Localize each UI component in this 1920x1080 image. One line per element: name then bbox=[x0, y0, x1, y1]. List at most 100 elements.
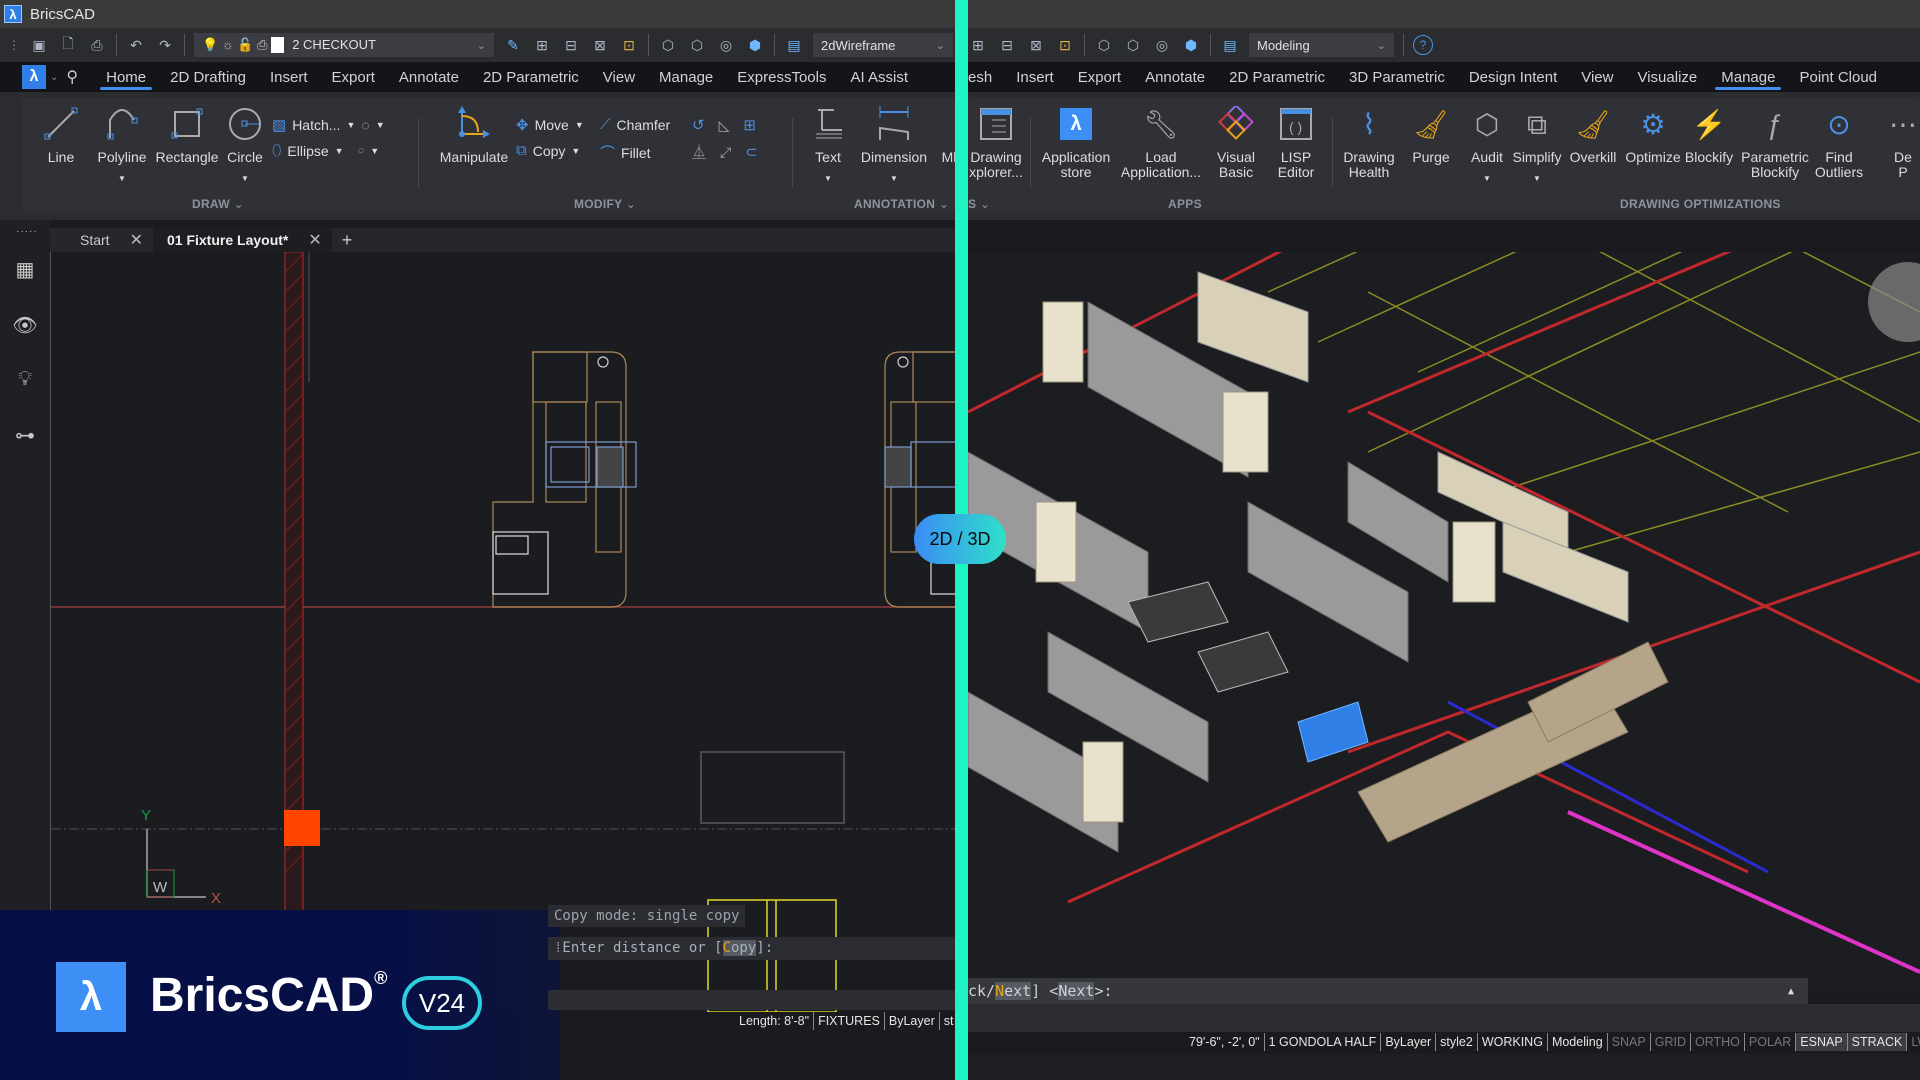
help-icon[interactable]: ? bbox=[1413, 35, 1433, 55]
plot-icon[interactable]: ⎙ bbox=[87, 35, 107, 55]
shade-icon[interactable]: ⬢ bbox=[745, 35, 765, 55]
load-application-tool[interactable]: 🔧︎ Load Application... bbox=[1118, 104, 1204, 180]
2d-3d-toggle[interactable]: 2D / 3D bbox=[914, 514, 1006, 564]
donut-icon[interactable]: ○ bbox=[358, 145, 365, 157]
scale-icon[interactable]: ⤢ bbox=[720, 144, 731, 161]
ribbon-tab-export[interactable]: Export bbox=[320, 62, 387, 92]
move-tool[interactable]: ✥ Move ▼ bbox=[516, 116, 584, 134]
ribbon-tab-2d-parametric[interactable]: 2D Parametric bbox=[471, 62, 591, 92]
status-strack[interactable]: STRACK bbox=[1846, 1033, 1907, 1051]
dropdown-arrow-icon[interactable]: ▼ bbox=[346, 120, 355, 130]
new-tab-button[interactable]: + bbox=[331, 228, 363, 252]
dropdown-arrow-icon[interactable]: ▼ bbox=[890, 171, 898, 186]
view-cube-icon[interactable]: ⬡ bbox=[658, 35, 678, 55]
close-icon[interactable]: ✕ bbox=[130, 230, 143, 250]
app-menu-button[interactable]: λ bbox=[22, 65, 46, 89]
dimension-tool[interactable]: Dimension ▼ bbox=[858, 104, 930, 186]
status-ortho[interactable]: ORTHO bbox=[1689, 1033, 1744, 1051]
apps-group-label[interactable]: APPS bbox=[1168, 197, 1202, 211]
hatch-tool[interactable]: ▧ Hatch... ▼ ◌ ▼ bbox=[272, 116, 385, 134]
layers-visibility-icon[interactable]: 👁︎ bbox=[12, 312, 38, 338]
command-line-right[interactable]: ck/Next] < Next >: ▲ bbox=[968, 978, 1808, 1004]
find-outliers-tool[interactable]: ⊙ Find Outliers bbox=[1810, 104, 1868, 180]
ribbon-tab-insert[interactable]: Insert bbox=[1004, 62, 1066, 92]
doc-tab-start[interactable]: Start ✕ bbox=[66, 228, 153, 252]
select-similar-icon[interactable]: ⊞ bbox=[968, 35, 988, 55]
dropdown-arrow-icon[interactable]: ▼ bbox=[376, 120, 385, 130]
expand-history-icon[interactable]: ▲ bbox=[1788, 986, 1794, 997]
unisolate-icon[interactable]: ⊡ bbox=[1055, 35, 1075, 55]
line-tool[interactable]: Line bbox=[36, 104, 86, 165]
optimize-tool[interactable]: ⚙ Optimize bbox=[1624, 104, 1682, 165]
status-lwt[interactable]: LWT bbox=[1906, 1033, 1920, 1051]
dropdown-arrow-icon[interactable]: ▼ bbox=[575, 120, 584, 130]
rectangle-tool[interactable]: Rectangle bbox=[154, 104, 220, 165]
shade-icon[interactable]: ⬢ bbox=[1181, 35, 1201, 55]
ribbon-tab-design-intent[interactable]: Design Intent bbox=[1457, 62, 1569, 92]
array-icon[interactable]: ⊞ bbox=[743, 116, 756, 134]
ribbon-tab-annotate[interactable]: Annotate bbox=[387, 62, 471, 92]
redo-icon[interactable]: ↷ bbox=[155, 35, 175, 55]
command-input-right[interactable] bbox=[968, 1004, 1920, 1032]
save-icon[interactable]: ▣ bbox=[29, 35, 49, 55]
status-bylayer[interactable]: ByLayer bbox=[1380, 1033, 1435, 1051]
delete-tool[interactable]: ⋯ De P bbox=[1874, 104, 1920, 180]
match-properties-icon[interactable]: ✎ bbox=[503, 35, 523, 55]
dropdown-arrow-icon[interactable]: ▼ bbox=[571, 146, 580, 156]
parametric-blockify-tool[interactable]: ƒ Parametric Blockify bbox=[1738, 104, 1812, 180]
status-snap[interactable]: SNAP bbox=[1606, 1033, 1650, 1051]
offset-icon[interactable]: ⊂ bbox=[745, 143, 758, 161]
checkout-fixture-right[interactable] bbox=[884, 351, 955, 608]
viewcube-icon[interactable] bbox=[1868, 262, 1920, 342]
text-tool[interactable]: Text ▼ bbox=[806, 104, 850, 186]
grip-marker[interactable] bbox=[284, 810, 320, 846]
ribbon-tab-manage[interactable]: Manage bbox=[647, 62, 725, 92]
select-similar-icon[interactable]: ⊞ bbox=[532, 35, 552, 55]
dropdown-arrow-icon[interactable]: ▼ bbox=[370, 146, 379, 156]
lisp-editor-tool[interactable]: ( ) LISP Editor bbox=[1268, 104, 1324, 180]
status-1-gondola-half[interactable]: 1 GONDOLA HALF bbox=[1263, 1033, 1381, 1051]
copy-tool[interactable]: ⧉ Copy ▼ bbox=[516, 142, 580, 159]
status-layer[interactable]: FIXTURES bbox=[813, 1012, 884, 1030]
prev-group-label[interactable]: S ⌄ bbox=[968, 197, 990, 211]
properties-panel-icon[interactable]: ▦ bbox=[12, 256, 38, 282]
status-style2[interactable]: style2 bbox=[1435, 1033, 1477, 1051]
ribbon-tab-3d-parametric[interactable]: 3D Parametric bbox=[1337, 62, 1457, 92]
ribbon-tab-insert[interactable]: Insert bbox=[258, 62, 320, 92]
status-color[interactable]: ByLayer bbox=[883, 1012, 939, 1030]
workspace-combo[interactable]: Modeling ⌄ bbox=[1249, 33, 1394, 57]
status-modeling[interactable]: Modeling bbox=[1546, 1033, 1607, 1051]
dropdown-arrow-icon[interactable]: ▼ bbox=[1483, 171, 1491, 186]
overkill-tool[interactable]: 🧹︎ Overkill bbox=[1564, 104, 1622, 165]
select-icon[interactable]: ⊠ bbox=[1026, 35, 1046, 55]
ribbon-tab-visualize[interactable]: Visualize bbox=[1625, 62, 1709, 92]
command-prompt[interactable]: ⁞Enter distance or [Copy]: bbox=[548, 937, 955, 960]
render-icon[interactable]: ◎ bbox=[1152, 35, 1172, 55]
polyline-tool[interactable]: Polyline ▼ bbox=[94, 104, 150, 186]
ribbon-tab-export[interactable]: Export bbox=[1066, 62, 1133, 92]
application-store-tool[interactable]: λ Application store bbox=[1038, 104, 1114, 180]
chamfer-tool[interactable]: ⟋ Chamfer bbox=[600, 116, 670, 133]
status-esnap[interactable]: ESNAP bbox=[1795, 1033, 1847, 1051]
dropdown-arrow-icon[interactable]: ▼ bbox=[335, 146, 344, 156]
print-preview-icon[interactable]: 🗋 bbox=[58, 35, 78, 55]
dropdown-arrow-icon[interactable]: ▼ bbox=[118, 171, 126, 186]
circle-tool[interactable]: Circle ▼ bbox=[222, 104, 268, 186]
pallets[interactable] bbox=[1127, 581, 1289, 693]
draw-group-label[interactable]: DRAW ⌄ bbox=[192, 197, 244, 211]
ribbon-tab-view[interactable]: View bbox=[591, 62, 647, 92]
ribbon-tab-ai-assist[interactable]: AI Assist bbox=[838, 62, 920, 92]
dropdown-arrow-icon[interactable]: ▼ bbox=[824, 171, 832, 186]
drawing-optimizations-group-label[interactable]: DRAWING OPTIMIZATIONS bbox=[1620, 197, 1781, 211]
lightbulb-icon[interactable]: 💡︎ bbox=[12, 366, 38, 392]
drawing-health-tool[interactable]: ⌇ Drawing Health bbox=[1340, 104, 1398, 180]
view-cube-2-icon[interactable]: ⬡ bbox=[1123, 35, 1143, 55]
search-icon[interactable]: ⚲ bbox=[66, 67, 78, 87]
select-icon[interactable]: ⊠ bbox=[590, 35, 610, 55]
status-working[interactable]: WORKING bbox=[1476, 1033, 1547, 1051]
blockify-tool[interactable]: ⚡ Blockify bbox=[1680, 104, 1738, 165]
ribbon-tab-expresstools[interactable]: ExpressTools bbox=[725, 62, 838, 92]
command-input-left[interactable] bbox=[548, 990, 955, 1010]
status-style[interactable]: st bbox=[938, 1012, 958, 1030]
isolate-icon[interactable]: ⊟ bbox=[997, 35, 1017, 55]
